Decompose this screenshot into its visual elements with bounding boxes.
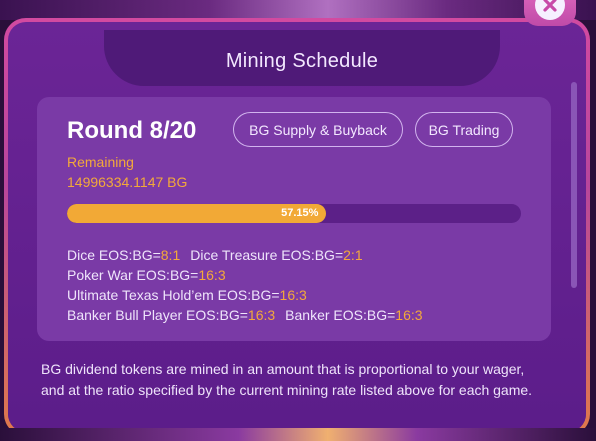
bg-trading-button[interactable]: BG Trading bbox=[415, 112, 513, 147]
round-card: Round 8/20 BG Supply & Buyback BG Tradin… bbox=[37, 97, 551, 341]
ratio-value: 16:3 bbox=[247, 307, 276, 323]
close-icon bbox=[535, 0, 565, 20]
ratio-value: 16:3 bbox=[395, 307, 423, 323]
ratio-value: 2:1 bbox=[343, 247, 363, 263]
ratio-value: 16:3 bbox=[198, 267, 226, 283]
ratio-game-label: Banker Bull Player EOS:BG= bbox=[67, 307, 248, 323]
mining-progress-label: 57.15% bbox=[281, 207, 319, 219]
round-title: Round 8/20 bbox=[67, 117, 197, 144]
description-line-1: BG dividend tokens are mined in an amoun… bbox=[41, 361, 525, 377]
ratio-line: Ultimate Texas Hold’em EOS:BG=16:3 bbox=[67, 287, 307, 303]
ratio-line: Poker War EOS:BG=16:3 bbox=[67, 267, 226, 283]
ratio-line: Dice EOS:BG=8:1 Dice Treasure EOS:BG=2:1 bbox=[67, 247, 363, 263]
remaining-label: Remaining bbox=[67, 154, 134, 170]
ratio-game-label: Poker War EOS:BG= bbox=[67, 267, 199, 283]
bg-supply-buyback-button[interactable]: BG Supply & Buyback bbox=[233, 112, 403, 147]
top-glow bbox=[0, 0, 596, 20]
mining-schedule-modal: Mining Schedule Round 8/20 BG Supply & B… bbox=[4, 18, 590, 436]
mining-progress-fill: 57.15% bbox=[67, 204, 327, 223]
ratio-game-label: Banker EOS:BG= bbox=[285, 307, 396, 323]
modal-title: Mining Schedule bbox=[225, 49, 379, 72]
scroll-fade bbox=[8, 394, 586, 430]
stage: Mining Schedule Round 8/20 BG Supply & B… bbox=[0, 0, 596, 441]
bg-supply-buyback-label: BG Supply & Buyback bbox=[249, 121, 387, 138]
remaining-value: 14996334.1147 BG bbox=[67, 174, 188, 190]
mining-progress-bar: 57.15% bbox=[67, 204, 521, 223]
bottom-glow bbox=[0, 428, 596, 441]
ratio-game-label: Dice Treasure EOS:BG= bbox=[190, 247, 344, 263]
modal-body: Mining Schedule Round 8/20 BG Supply & B… bbox=[8, 22, 586, 432]
ratio-value: 16:3 bbox=[279, 287, 307, 303]
ratio-line: Banker Bull Player EOS:BG=16:3 Banker EOS… bbox=[67, 307, 423, 323]
ratio-value: 8:1 bbox=[160, 247, 181, 263]
ratio-game-label: Dice EOS:BG= bbox=[67, 247, 161, 263]
bg-trading-label: BG Trading bbox=[428, 121, 500, 138]
close-button[interactable] bbox=[524, 0, 576, 26]
ratio-game-label: Ultimate Texas Hold’em EOS:BG= bbox=[67, 287, 280, 303]
scrollbar[interactable] bbox=[571, 82, 577, 288]
title-tab: Mining Schedule bbox=[104, 30, 500, 86]
